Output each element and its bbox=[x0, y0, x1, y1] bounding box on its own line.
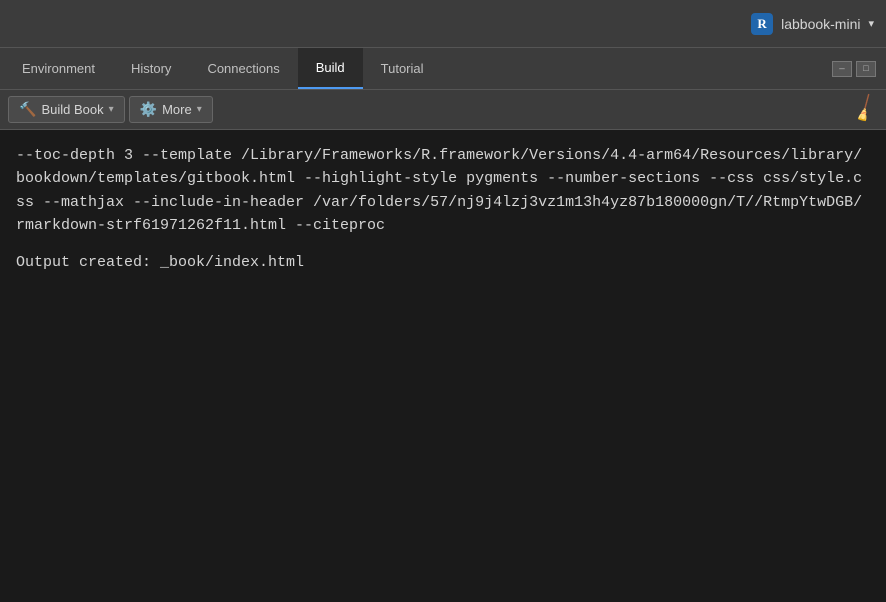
more-label: More bbox=[162, 102, 192, 117]
more-dropdown-arrow: ▾ bbox=[197, 104, 202, 115]
tab-bar-controls: — □ bbox=[832, 48, 882, 89]
r-logo: R bbox=[751, 13, 773, 35]
hammer-icon: 🔨 bbox=[19, 101, 36, 118]
maximize-icon: □ bbox=[863, 64, 868, 74]
title-bar-content: R labbook-mini ▾ bbox=[751, 13, 874, 35]
build-book-label: Build Book bbox=[41, 102, 103, 117]
clear-console-button[interactable]: 🧹 bbox=[848, 92, 883, 127]
toolbar: 🔨 Build Book ▾ ⚙️ More ▾ 🧹 bbox=[0, 90, 886, 130]
minimize-icon: — bbox=[839, 64, 844, 74]
project-title: labbook-mini bbox=[781, 16, 860, 32]
tab-bar: Environment History Connections Build Tu… bbox=[0, 48, 886, 90]
console-text: --toc-depth 3 --template /Library/Framew… bbox=[16, 144, 870, 237]
output-created-line: Output created: _book/index.html bbox=[16, 251, 870, 274]
maximize-button[interactable]: □ bbox=[856, 61, 876, 77]
build-book-button[interactable]: 🔨 Build Book ▾ bbox=[8, 96, 125, 123]
title-dropdown-arrow[interactable]: ▾ bbox=[868, 17, 874, 30]
console-output: --toc-depth 3 --template /Library/Framew… bbox=[0, 130, 886, 602]
toolbar-right: 🧹 bbox=[853, 97, 878, 123]
minimize-button[interactable]: — bbox=[832, 61, 852, 77]
build-book-dropdown-arrow: ▾ bbox=[109, 104, 114, 115]
more-button[interactable]: ⚙️ More ▾ bbox=[129, 96, 213, 123]
gear-icon: ⚙️ bbox=[140, 101, 157, 118]
title-bar: R labbook-mini ▾ bbox=[0, 0, 886, 48]
tab-build[interactable]: Build bbox=[298, 48, 363, 89]
tab-history[interactable]: History bbox=[113, 48, 189, 89]
tab-environment[interactable]: Environment bbox=[4, 48, 113, 89]
tab-connections[interactable]: Connections bbox=[189, 48, 297, 89]
tab-tutorial[interactable]: Tutorial bbox=[363, 48, 442, 89]
